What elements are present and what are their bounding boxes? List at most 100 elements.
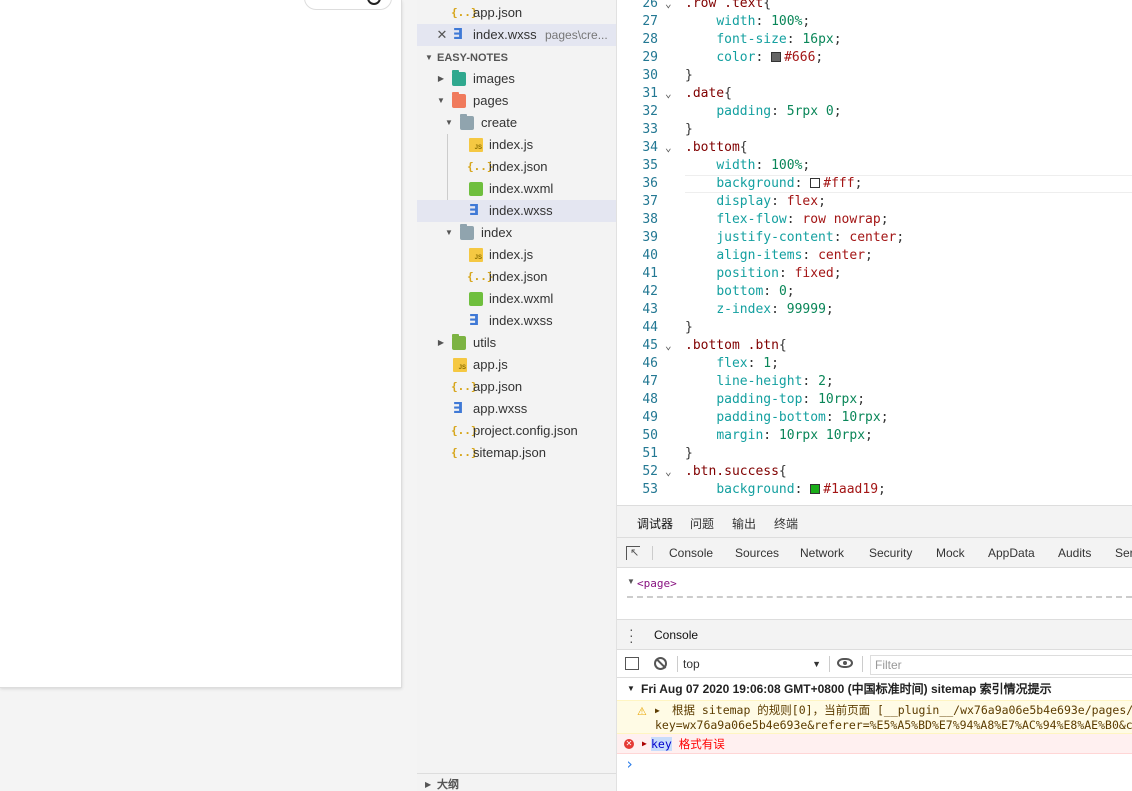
color-swatch[interactable] bbox=[810, 484, 821, 494]
warning-icon: ⚠ bbox=[637, 705, 647, 718]
close-miniprogram-icon[interactable] bbox=[367, 0, 381, 5]
tree-file-app-json[interactable]: {..} app.json bbox=[417, 376, 616, 398]
code-line[interactable]: 41 position: fixed; bbox=[617, 265, 1132, 283]
color-swatch[interactable] bbox=[771, 52, 782, 62]
chevron-down-icon: ▼ bbox=[437, 96, 445, 105]
code-line[interactable]: 27 width: 100%; bbox=[617, 13, 1132, 31]
tab-terminal[interactable]: 终端 bbox=[774, 515, 798, 532]
code-line[interactable]: 53 background: #1aad19; bbox=[617, 481, 1132, 499]
filter-input[interactable]: Filter bbox=[870, 655, 1132, 675]
outline-section-header[interactable]: ▶ 大纲 bbox=[417, 773, 616, 791]
tab-output[interactable]: 输出 bbox=[732, 515, 756, 532]
tree-folder-pages[interactable]: ▼ pages bbox=[417, 90, 616, 112]
devtab-overflow[interactable]: Ser bbox=[1115, 546, 1132, 560]
close-icon[interactable]: ✕ bbox=[435, 28, 449, 42]
json-file-icon: {..} bbox=[451, 6, 478, 19]
tab-problems[interactable]: 问题 bbox=[690, 515, 714, 532]
tree-folder-utils[interactable]: ▶ utils bbox=[417, 332, 616, 354]
code-line[interactable]: 34 ⌄ .bottom{ bbox=[617, 139, 1132, 157]
chevron-down-icon[interactable]: ▼ bbox=[627, 577, 635, 586]
code-editor[interactable]: 26 ⌄ .row .text{27 width: 100%; 28 font-siz… bbox=[617, 0, 1132, 505]
devtab-sources[interactable]: Sources bbox=[735, 546, 779, 560]
color-swatch[interactable] bbox=[810, 178, 821, 188]
code-line[interactable]: 46 flex: 1; bbox=[617, 355, 1132, 373]
more-vert-icon[interactable]: · · · bbox=[629, 622, 634, 648]
console-prompt[interactable]: › bbox=[617, 754, 1132, 774]
code-line[interactable]: 29 color: #666; bbox=[617, 49, 1132, 67]
tree-file-index-wxml[interactable]: index.wxml bbox=[417, 288, 616, 310]
inspect-element-icon[interactable] bbox=[626, 546, 640, 560]
devtab-appdata[interactable]: AppData bbox=[988, 546, 1035, 560]
devtab-security[interactable]: Security bbox=[869, 546, 912, 560]
devtab-audits[interactable]: Audits bbox=[1058, 546, 1091, 560]
tree-file-sitemap[interactable]: {..} sitemap.json bbox=[417, 442, 616, 464]
code-line[interactable]: 28 font-size: 16px; bbox=[617, 31, 1132, 49]
chevron-down-icon: ▼ bbox=[445, 118, 453, 127]
drawer-tab-console[interactable]: Console bbox=[647, 628, 706, 652]
page-element[interactable]: <page> bbox=[637, 577, 677, 590]
capsule-menu[interactable] bbox=[304, 0, 392, 10]
tab-debugger[interactable]: 调试器 bbox=[637, 515, 674, 541]
simulator-panel bbox=[0, 0, 417, 791]
clear-console-icon[interactable] bbox=[654, 657, 667, 670]
file-explorer: {..} app.json ✕ ∃ index.wxss pages\cre..… bbox=[417, 0, 617, 791]
code-line[interactable]: 37 display: flex; bbox=[617, 193, 1132, 211]
code-line[interactable]: 33} bbox=[617, 121, 1132, 139]
code-line[interactable]: 45 ⌄ .bottom .btn{ bbox=[617, 337, 1132, 355]
warning-text-line2: key=wx76a9a06e5b4e693e&referer=%E5%A5%BD… bbox=[655, 718, 1132, 732]
code-line[interactable]: 49 padding-bottom: 10rpx; bbox=[617, 409, 1132, 427]
code-text: padding: 5rpx 0; bbox=[716, 104, 842, 119]
open-editor-index-wxss[interactable]: ✕ ∃ index.wxss pages\cre... bbox=[417, 24, 616, 46]
tree-file-index-wxss[interactable]: ∃ index.wxss bbox=[417, 310, 616, 332]
tree-folder-create[interactable]: ▼ create bbox=[417, 112, 616, 134]
fold-chevron-icon[interactable]: ⌄ bbox=[665, 85, 679, 103]
code-line[interactable]: 32 padding: 5rpx 0; bbox=[617, 103, 1132, 121]
code-line[interactable]: 47 line-height: 2; bbox=[617, 373, 1132, 391]
code-line[interactable]: 52 ⌄ .btn.success{ bbox=[617, 463, 1132, 481]
code-line[interactable]: 35 width: 100%; bbox=[617, 157, 1132, 175]
code-line[interactable]: 48 padding-top: 10rpx; bbox=[617, 391, 1132, 409]
tree-file-app-wxss[interactable]: ∃ app.wxss bbox=[417, 398, 616, 420]
open-editor-app-json[interactable]: {..} app.json bbox=[417, 2, 616, 24]
devtab-console[interactable]: Console bbox=[669, 546, 713, 560]
tree-file-index-json[interactable]: {..} index.json bbox=[417, 266, 616, 288]
elements-scrollbar[interactable] bbox=[627, 596, 1132, 599]
code-line[interactable]: 26 ⌄ .row .text{ bbox=[617, 0, 1132, 13]
show-sidebar-icon[interactable] bbox=[625, 657, 639, 670]
fold-chevron-icon[interactable]: ⌄ bbox=[665, 463, 679, 481]
console-group[interactable]: ▼ Fri Aug 07 2020 19:06:08 GMT+0800 (中国标… bbox=[617, 678, 1132, 700]
fold-chevron-icon[interactable]: ⌄ bbox=[665, 139, 679, 157]
tree-file-index-js[interactable]: JS index.js bbox=[417, 244, 616, 266]
tree-folder-index[interactable]: ▼ index bbox=[417, 222, 616, 244]
code-line[interactable]: 39 justify-content: center; bbox=[617, 229, 1132, 247]
line-number: 36 bbox=[642, 176, 658, 191]
code-line[interactable]: 44} bbox=[617, 319, 1132, 337]
devtab-mock[interactable]: Mock bbox=[936, 546, 965, 560]
fold-chevron-icon[interactable]: ⌄ bbox=[665, 337, 679, 355]
devtab-network[interactable]: Network bbox=[800, 546, 844, 560]
code-line[interactable]: 50 margin: 10rpx 10rpx; bbox=[617, 427, 1132, 445]
code-line[interactable]: 42 bottom: 0; bbox=[617, 283, 1132, 301]
console-warning[interactable]: ⚠ ▶ 根据 sitemap 的规则[0]，当前页面 [__plugin__/w… bbox=[617, 700, 1132, 734]
tree-file-project-config[interactable]: {..} project.config.json bbox=[417, 420, 616, 442]
live-expression-eye-icon[interactable] bbox=[837, 658, 853, 668]
context-select[interactable]: top ▼ bbox=[683, 655, 823, 673]
divider bbox=[652, 546, 653, 560]
tree-file-create-json[interactable]: {..} index.json bbox=[417, 156, 616, 178]
tree-file-create-js[interactable]: JS index.js bbox=[417, 134, 616, 156]
fold-chevron-icon[interactable]: ⌄ bbox=[665, 0, 679, 13]
phone-screen[interactable] bbox=[0, 0, 402, 688]
code-line[interactable]: 51} bbox=[617, 445, 1132, 463]
code-line[interactable]: 30} bbox=[617, 67, 1132, 85]
code-line[interactable]: 40 align-items: center; bbox=[617, 247, 1132, 265]
tree-file-app-js[interactable]: JS app.js bbox=[417, 354, 616, 376]
code-line[interactable]: 31 ⌄ .date{ bbox=[617, 85, 1132, 103]
project-section-header[interactable]: ▼ EASY-NOTES bbox=[417, 47, 616, 69]
tree-file-create-wxml[interactable]: index.wxml bbox=[417, 178, 616, 200]
code-line[interactable]: 38 flex-flow: row nowrap; bbox=[617, 211, 1132, 229]
tree-folder-images[interactable]: ▶ images bbox=[417, 68, 616, 90]
code-line[interactable]: 43 z-index: 99999; bbox=[617, 301, 1132, 319]
console-error[interactable]: ✕ ▶ key 格式有误 bbox=[617, 734, 1132, 754]
tree-file-create-wxss[interactable]: ∃ index.wxss bbox=[417, 200, 616, 222]
code-line[interactable]: 36 background: #fff; bbox=[617, 175, 1132, 193]
